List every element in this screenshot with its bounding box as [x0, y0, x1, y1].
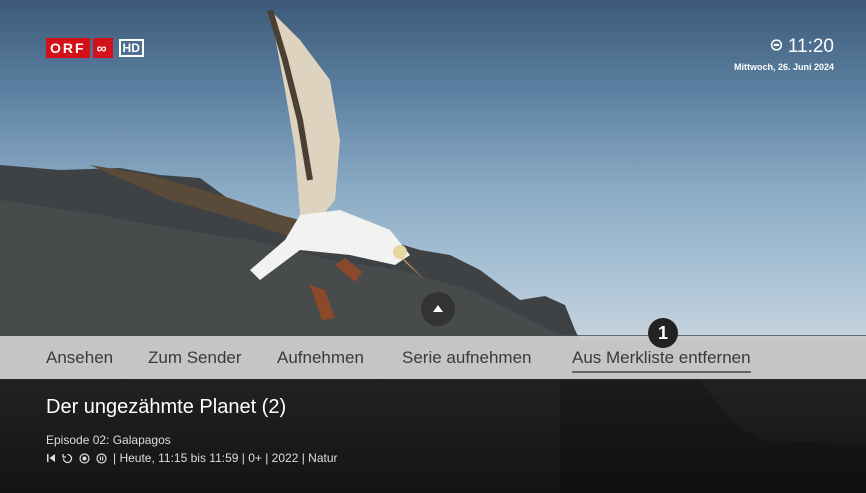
action-menu: Ansehen Zum Sender Aufnehmen Serie aufne…: [0, 336, 866, 379]
episode-title: Episode 02: Galapagos: [46, 433, 171, 447]
program-details: | Heute, 11:15 bis 11:59 | 0+ | 2022 | N…: [113, 451, 338, 465]
pause-icon: [96, 452, 107, 464]
channel-number: ∞: [92, 38, 113, 58]
clock-date: Mittwoch, 26. Juni 2024: [733, 62, 834, 72]
annotation-badge: 1: [648, 318, 678, 348]
hd-badge: HD: [118, 39, 144, 57]
record-icon: [79, 452, 90, 464]
channel-logo: ORF ∞ HD: [46, 38, 144, 58]
menu-item-remove-watchlist[interactable]: Aus Merkliste entfernen: [572, 348, 751, 373]
tv-screen: ORF ∞ HD 11:20 Mittwoch, 26. Juni 2024 A…: [0, 0, 866, 493]
replay-icon: [62, 453, 73, 464]
channel-name: ORF: [46, 38, 90, 58]
menu-item-record[interactable]: Aufnehmen: [277, 348, 364, 368]
restart-icon: [46, 453, 56, 463]
clock-time: 11:20: [787, 36, 834, 57]
menu-item-go-to-channel[interactable]: Zum Sender: [148, 348, 242, 368]
menu-item-watch[interactable]: Ansehen: [46, 348, 113, 368]
clock: 11:20 Mittwoch, 26. Juni 2024: [734, 36, 834, 72]
program-title: Der ungezähmte Planet (2): [46, 396, 287, 418]
up-arrow-icon: [432, 300, 444, 318]
expand-button[interactable]: [421, 292, 455, 326]
program-meta: | Heute, 11:15 bis 11:59 | 0+ | 2022 | N…: [46, 451, 338, 465]
reminder-icon: [770, 36, 783, 58]
menu-item-record-series[interactable]: Serie aufnehmen: [402, 348, 531, 368]
